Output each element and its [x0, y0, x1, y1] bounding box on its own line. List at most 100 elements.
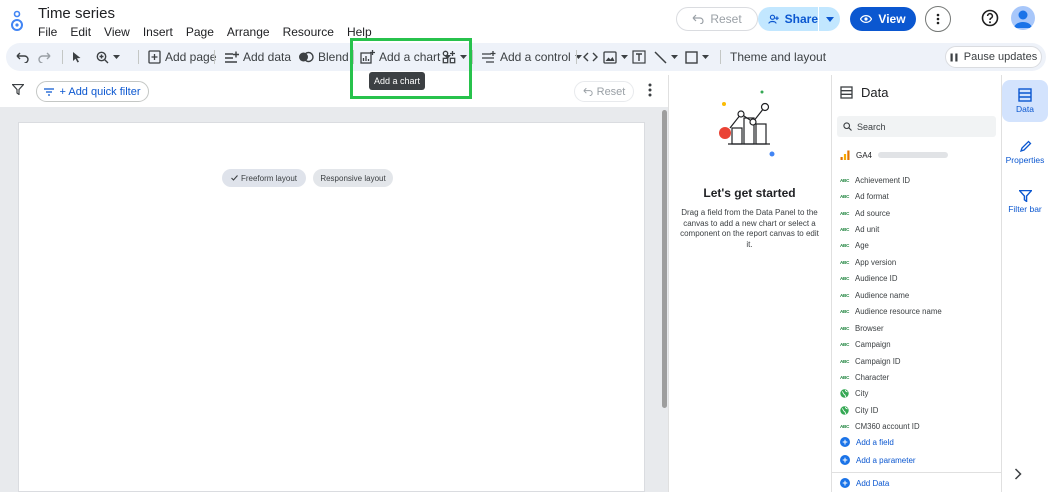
line-button[interactable]	[654, 43, 678, 71]
add-page-button[interactable]: Add page	[148, 43, 216, 71]
field-item[interactable]: City	[840, 386, 1000, 402]
table-icon	[1018, 88, 1032, 102]
theme-layout-button[interactable]: Theme and layout	[730, 43, 826, 71]
reset-button[interactable]: Reset	[676, 7, 758, 31]
freeform-layout-chip[interactable]: Freeform layout	[222, 169, 306, 187]
freeform-layout-label: Freeform layout	[240, 173, 298, 183]
rail-properties-tab[interactable]: Properties	[1002, 134, 1048, 170]
field-name: Age	[855, 241, 869, 251]
field-name: Ad source	[855, 208, 891, 218]
more-options-button[interactable]	[925, 6, 951, 32]
menu-resource[interactable]: Resource	[283, 25, 334, 39]
filter-icon[interactable]	[12, 84, 24, 95]
shape-button[interactable]	[685, 43, 709, 71]
add-control-label: Add a control	[500, 50, 571, 64]
text-button[interactable]	[632, 43, 646, 71]
help-icon[interactable]	[980, 8, 1000, 28]
field-item[interactable]: ABC Achievement ID	[840, 172, 1000, 188]
globe-icon	[840, 389, 850, 399]
data-source-row[interactable]: GA4	[840, 150, 949, 160]
cursor-icon	[73, 52, 81, 63]
field-item[interactable]: ABC App version	[840, 254, 1000, 270]
field-name: Campaign	[855, 340, 891, 350]
text-dimension-icon: ABC	[840, 325, 850, 331]
add-page-icon	[148, 50, 161, 64]
account-avatar[interactable]	[1011, 6, 1035, 30]
caret-down-icon	[621, 55, 628, 59]
add-page-label: Add page	[165, 50, 217, 64]
field-item[interactable]: ABC Browser	[840, 320, 1000, 336]
check-icon	[231, 175, 238, 181]
add-control-button[interactable]: Add a control	[481, 43, 582, 71]
menu-insert[interactable]: Insert	[143, 25, 173, 39]
empty-state-title: Let's get started	[703, 186, 796, 200]
menu-page[interactable]: Page	[186, 25, 214, 39]
field-item[interactable]: ABC Character	[840, 369, 1000, 385]
text-dimension-icon: ABC	[840, 276, 850, 282]
field-item[interactable]: ABC Campaign	[840, 336, 1000, 352]
responsive-layout-chip[interactable]: Responsive layout	[313, 169, 393, 187]
undo-button[interactable]	[16, 43, 29, 71]
menu-view[interactable]: View	[104, 25, 130, 39]
add-circle-icon: +	[840, 437, 850, 447]
field-item[interactable]: ABC Campaign ID	[840, 353, 1000, 369]
caret-down-icon	[113, 55, 120, 59]
add-chart-tooltip: Add a chart	[369, 72, 425, 90]
add-circle-icon: +	[840, 455, 850, 465]
rail-filter-bar-tab[interactable]: Filter bar	[1002, 184, 1048, 220]
view-button[interactable]: View	[850, 7, 916, 31]
select-tool-button[interactable]	[72, 43, 82, 71]
rail-data-label: Data	[1016, 104, 1034, 114]
pause-updates-button[interactable]: Pause updates	[945, 46, 1042, 68]
toolbar: Add page Add data Blend Add a chart Add …	[6, 43, 1046, 71]
field-item[interactable]: ABC Ad unit	[840, 221, 1000, 237]
field-item[interactable]: ABC Ad format	[840, 188, 1000, 204]
text-dimension-icon: ABC	[840, 342, 850, 348]
text-dimension-icon: ABC	[840, 309, 850, 315]
zoom-button[interactable]	[96, 43, 120, 71]
add-field-button[interactable]: + Add a field	[840, 437, 894, 447]
looker-studio-logo-icon[interactable]	[10, 8, 26, 36]
image-icon	[603, 50, 617, 64]
redo-button[interactable]	[38, 43, 51, 71]
search-icon	[843, 122, 852, 131]
add-data-source-button[interactable]: + Add Data	[840, 478, 889, 488]
field-item[interactable]: ABC CM360 account ID	[840, 419, 1000, 435]
share-dropdown-button[interactable]	[819, 16, 840, 22]
add-data-button[interactable]: Add data	[224, 43, 291, 71]
google-analytics-icon	[840, 150, 850, 160]
report-title[interactable]: Time series	[38, 5, 115, 22]
menu-help[interactable]: Help	[347, 25, 372, 39]
redo-icon	[38, 52, 51, 63]
field-item[interactable]: ABC Ad source	[840, 205, 1000, 221]
rail-data-tab[interactable]: Data	[1002, 80, 1048, 122]
share-label: Share	[784, 12, 818, 26]
field-name: Browser	[855, 323, 884, 333]
field-item[interactable]: ABC Audience ID	[840, 271, 1000, 287]
share-button[interactable]: Share	[758, 7, 840, 31]
field-item[interactable]: ABC Audience resource name	[840, 304, 1000, 320]
text-dimension-icon: ABC	[840, 374, 850, 380]
url-embed-button[interactable]	[583, 43, 598, 71]
field-search-input[interactable]: Search	[837, 116, 996, 137]
text-dimension-icon: ABC	[840, 259, 850, 265]
menu-edit[interactable]: Edit	[70, 25, 91, 39]
blend-button[interactable]: Blend	[298, 43, 349, 71]
reset-filters-button[interactable]: Reset	[574, 81, 634, 102]
more-vert-icon[interactable]	[648, 83, 652, 97]
text-dimension-icon: ABC	[840, 243, 850, 249]
canvas-scrollbar[interactable]	[662, 110, 667, 408]
add-parameter-button[interactable]: + Add a parameter	[840, 455, 916, 465]
filter-list-icon	[44, 87, 55, 96]
field-list: ABC Achievement ID ABC Ad format ABC Ad sourc…	[840, 172, 1000, 435]
person-add-icon	[768, 14, 779, 24]
menu-file[interactable]: File	[38, 25, 57, 39]
field-item[interactable]: ABC Age	[840, 238, 1000, 254]
field-name: Ad unit	[855, 225, 880, 235]
chevron-right-icon[interactable]	[1014, 468, 1022, 480]
menu-arrange[interactable]: Arrange	[227, 25, 270, 39]
add-quick-filter-button[interactable]: + Add quick filter	[36, 81, 149, 102]
image-button[interactable]	[603, 43, 628, 71]
field-item[interactable]: ABC Audience name	[840, 287, 1000, 303]
field-item[interactable]: City ID	[840, 402, 1000, 418]
